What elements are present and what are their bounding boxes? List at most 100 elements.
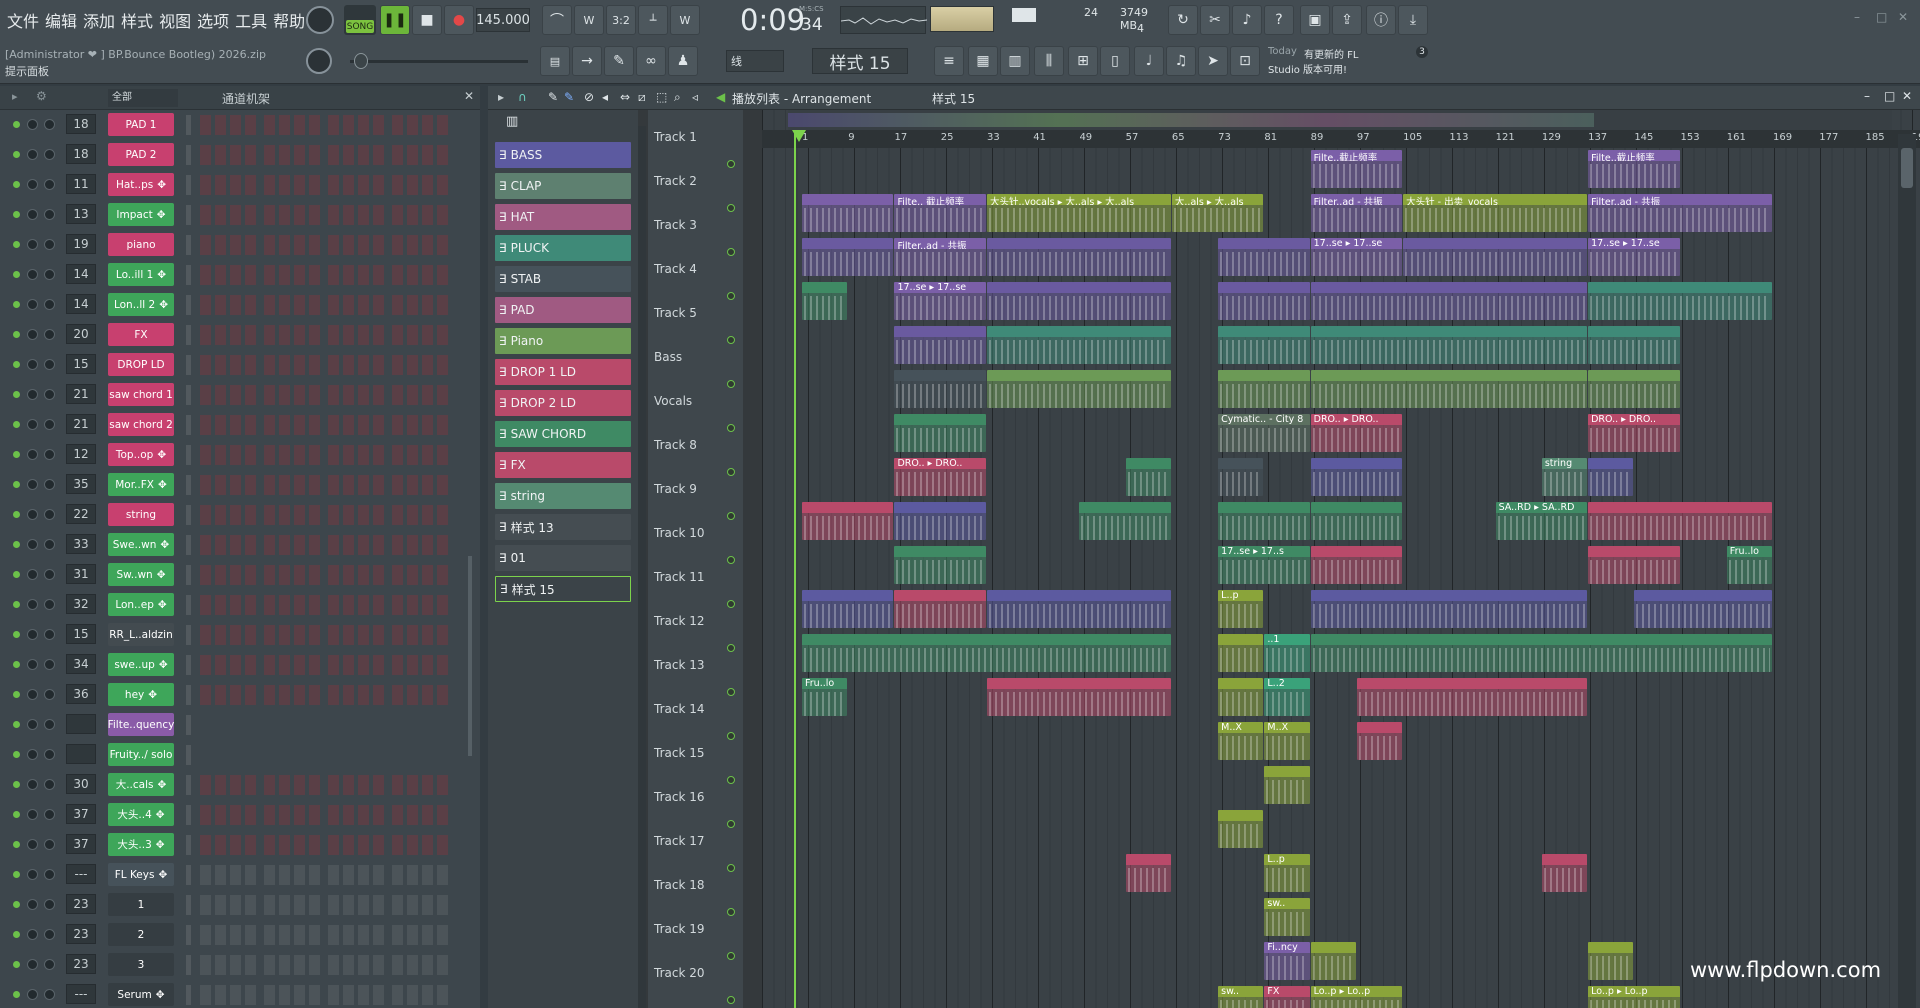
channel-mixer-track[interactable]: 37 [66, 804, 96, 824]
playlist-menu-icon[interactable]: ▸ [498, 90, 504, 104]
song-mode-toggle[interactable]: SONG [344, 5, 376, 35]
playlist-clip[interactable] [1356, 678, 1588, 716]
channel-pan-knob[interactable] [27, 779, 38, 790]
channel-select[interactable] [186, 925, 191, 945]
track-mute-toggle[interactable] [727, 864, 735, 872]
channel-mixer-track[interactable]: 14 [66, 264, 96, 284]
channel-name-button[interactable]: FL Keys ✥ [108, 863, 174, 886]
playlist-clip[interactable] [1403, 238, 1588, 276]
channel-mixer-track[interactable]: 37 [66, 834, 96, 854]
track-mute-toggle[interactable] [727, 688, 735, 696]
speaker-tool-icon[interactable]: ◃ [692, 90, 698, 104]
channel-mute-led[interactable] [13, 211, 20, 218]
playlist-play-icon[interactable]: ◀ [716, 90, 725, 104]
channel-mute-led[interactable] [13, 901, 20, 908]
playlist-clip[interactable] [1125, 458, 1171, 496]
channel-select[interactable] [186, 145, 191, 165]
zoom-tool-icon[interactable]: ⌕ [674, 90, 681, 105]
playlist-button[interactable]: ♫ [1166, 46, 1196, 76]
playlist-clip[interactable] [1356, 722, 1403, 760]
playlist-clip[interactable] [1310, 502, 1403, 540]
channel-select[interactable] [186, 175, 191, 195]
channel-row[interactable]: 21 saw chord 2 [0, 410, 470, 440]
channel-mixer-track[interactable]: 31 [66, 564, 96, 584]
track-mute-toggle[interactable] [727, 556, 735, 564]
playlist-clip[interactable] [894, 370, 986, 408]
channel-volume-knob[interactable] [44, 209, 55, 220]
channel-volume-knob[interactable] [44, 689, 55, 700]
step-sequencer[interactable] [200, 325, 456, 345]
channel-select[interactable] [186, 745, 191, 765]
channel-name-button[interactable]: Impact ✥ [108, 203, 174, 226]
channel-volume-knob[interactable] [44, 929, 55, 940]
track-mute-toggle[interactable] [727, 160, 735, 168]
channel-row[interactable]: Fruity../ solo [0, 740, 470, 770]
channel-row[interactable]: 23 2 [0, 920, 470, 950]
playlist-clip[interactable] [1310, 370, 1588, 408]
playlist-clip[interactable] [1218, 502, 1310, 540]
channel-select[interactable] [186, 535, 191, 555]
channel-select[interactable] [186, 325, 191, 345]
track-label[interactable]: Track 19 [654, 922, 704, 936]
channel-pan-knob[interactable] [27, 929, 38, 940]
channel-pan-knob[interactable] [27, 329, 38, 340]
channel-mute-led[interactable] [13, 421, 20, 428]
step-sequencer[interactable] [200, 565, 456, 585]
pattern-item[interactable]: ∃ PAD [495, 297, 631, 323]
playlist-clip[interactable]: SA..RD ▸ SA..RD [1495, 502, 1588, 540]
draw-tool-icon[interactable]: ✎ [548, 90, 558, 104]
channel-mixer-track[interactable]: 20 [66, 324, 96, 344]
playlist-clip[interactable] [986, 238, 1171, 276]
playlist-clip[interactable] [1218, 634, 1264, 672]
channel-row[interactable]: 31 Sw..wn ✥ [0, 560, 470, 590]
channel-volume-knob[interactable] [44, 809, 55, 820]
track-mute-toggle[interactable] [727, 204, 735, 212]
channel-mute-led[interactable] [13, 481, 20, 488]
channel-row[interactable]: 15 DROP LD [0, 350, 470, 380]
pattern-item[interactable]: ∃ FX [495, 452, 631, 478]
slice-tool-icon[interactable]: ⧄ [638, 90, 646, 105]
channel-mixer-track[interactable]: 23 [66, 954, 96, 974]
pattern-item[interactable]: ∃ SAW CHORD [495, 421, 631, 447]
channel-pan-knob[interactable] [27, 689, 38, 700]
channel-select[interactable] [186, 685, 191, 705]
cpu-knob[interactable] [306, 6, 334, 34]
channel-select[interactable] [186, 385, 191, 405]
master-pitch-handle[interactable] [354, 53, 368, 69]
channel-volume-knob[interactable] [44, 359, 55, 370]
channel-pan-knob[interactable] [27, 119, 38, 130]
channel-mute-led[interactable] [13, 751, 20, 758]
channel-volume-knob[interactable] [44, 959, 55, 970]
track-label[interactable]: Track 14 [654, 702, 704, 716]
pattern-item[interactable]: ∃ Piano [495, 328, 631, 354]
vertical-scrollbar[interactable] [1898, 134, 1916, 1008]
playlist-clip[interactable] [802, 634, 1171, 672]
channel-name-button[interactable]: saw chord 1 [108, 383, 174, 406]
select-tool-icon[interactable]: ⬚ [656, 90, 667, 104]
track-mute-toggle[interactable] [727, 908, 735, 916]
playlist-clip[interactable]: Filte..截止频率 [1310, 150, 1403, 188]
channel-name-button[interactable]: 大头..3 ✥ [108, 833, 174, 856]
playlist-clip[interactable]: sw.. [1218, 986, 1264, 1008]
playlist-clip[interactable] [986, 282, 1171, 320]
channel-volume-knob[interactable] [44, 719, 55, 730]
step-sequencer[interactable] [200, 625, 456, 645]
playlist-clip[interactable]: Filter..ad - 共振 [1588, 194, 1773, 232]
channel-mute-led[interactable] [13, 961, 20, 968]
channel-select[interactable] [186, 205, 191, 225]
channel-volume-knob[interactable] [44, 269, 55, 280]
channel-name-button[interactable]: Lo..ill 1 ✥ [108, 263, 174, 286]
channel-mixer-track[interactable]: 11 [66, 174, 96, 194]
channel-volume-knob[interactable] [44, 479, 55, 490]
pattern-item[interactable]: ∃ CLAP [495, 173, 631, 199]
step-sequencer[interactable] [200, 865, 456, 885]
window-minimize-button[interactable]: – [1854, 10, 1868, 24]
pattern-item[interactable]: ∃ 样式 15 [495, 576, 631, 602]
playlist-clip[interactable]: M..X [1264, 722, 1310, 760]
step-sequencer[interactable] [200, 895, 456, 915]
playlist-clip[interactable] [1310, 282, 1588, 320]
playlist-clip[interactable]: 大头针 - 出卖_vocals [1403, 194, 1588, 232]
playlist-clip[interactable] [894, 502, 986, 540]
download-button[interactable]: ⤓ [1398, 5, 1428, 35]
channel-name-button[interactable]: Lon..ep ✥ [108, 593, 174, 616]
